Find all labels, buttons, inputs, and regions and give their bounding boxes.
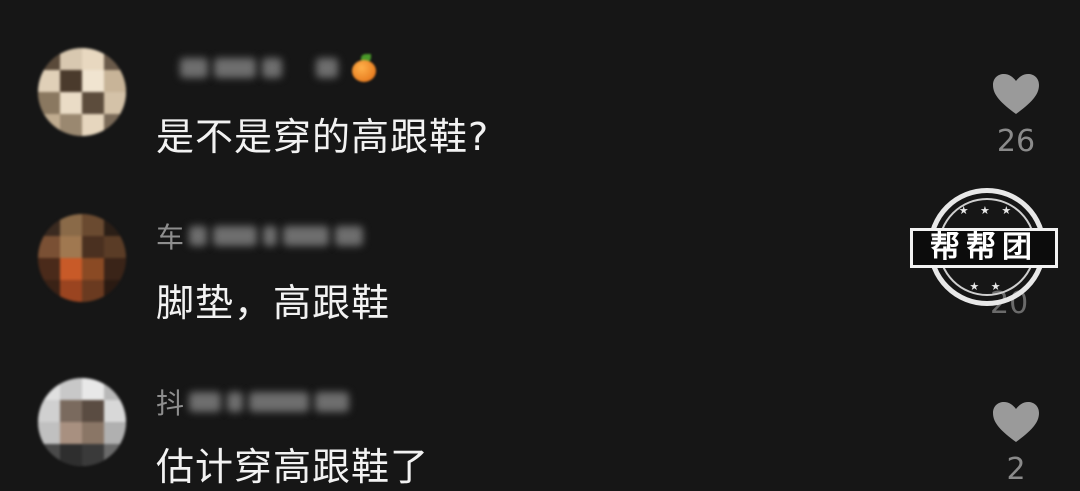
username-blurred	[213, 226, 258, 246]
comment-text[interactable]: 脚垫，高跟鞋	[156, 272, 390, 327]
stamp-stars-bottom: ★ ★	[969, 280, 1005, 293]
username-blurred	[283, 226, 330, 246]
comment-text[interactable]: 是不是穿的高跟鞋?	[156, 106, 489, 161]
like-count: 2	[1006, 452, 1026, 487]
username[interactable]: 抖	[156, 382, 185, 422]
user-avatar[interactable]	[38, 378, 126, 466]
username-blurred	[189, 226, 208, 246]
username-row[interactable]: 车	[156, 216, 364, 256]
orange-emoji-icon	[352, 54, 376, 82]
stamp-stars-top: ★ ★ ★	[958, 204, 1016, 217]
username-row[interactable]: 抖	[156, 382, 350, 422]
bangbangtuan-watermark: ★ ★ ★ 帮帮团 ★ ★	[910, 188, 1058, 320]
username-blurred	[335, 226, 364, 246]
username-blurred	[315, 392, 350, 412]
username-blurred	[214, 58, 256, 78]
username-blurred	[189, 392, 222, 412]
heart-icon[interactable]	[991, 72, 1041, 116]
comment-text[interactable]: 估计穿高跟鞋了	[156, 436, 429, 491]
username-blurred	[263, 226, 278, 246]
username-blurred	[262, 58, 282, 78]
username-blurred	[249, 392, 310, 412]
user-avatar[interactable]	[38, 214, 126, 302]
username[interactable]: 车	[156, 216, 185, 256]
stamp-banner: 帮帮团	[910, 228, 1058, 268]
heart-icon[interactable]	[991, 400, 1041, 444]
username-blurred	[316, 58, 338, 78]
like-button[interactable]: 26	[986, 72, 1046, 159]
username-blurred	[227, 392, 244, 412]
username-blurred	[180, 58, 208, 78]
like-button[interactable]: 2	[986, 400, 1046, 487]
username-row[interactable]	[158, 48, 376, 88]
user-avatar[interactable]	[38, 48, 126, 136]
like-count: 26	[996, 124, 1036, 159]
stamp-text: 帮帮团	[930, 230, 1038, 265]
